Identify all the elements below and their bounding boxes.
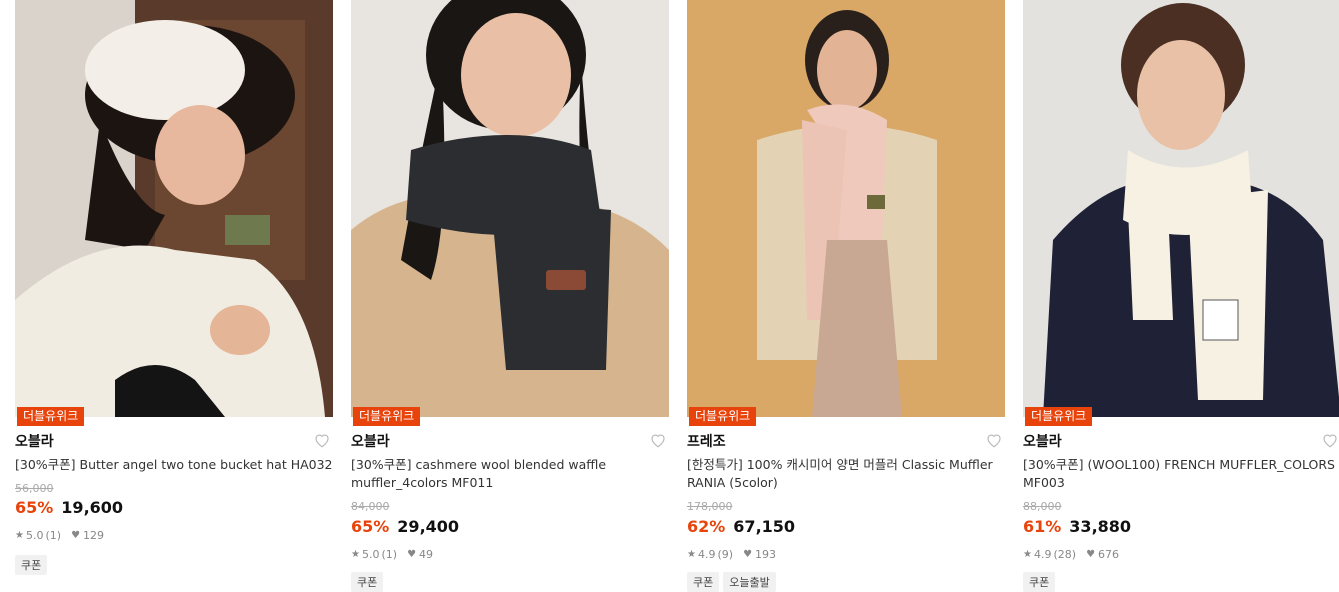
star-icon: ★: [351, 549, 360, 560]
tag-list: 쿠폰 오늘출발: [687, 572, 776, 592]
wishlist-heart-icon[interactable]: [313, 431, 331, 449]
star-icon: ★: [687, 549, 696, 560]
tag-list: 쿠폰: [351, 572, 384, 592]
tag-coupon[interactable]: 쿠폰: [1023, 572, 1056, 592]
tag-coupon[interactable]: 쿠폰: [351, 572, 384, 592]
review-meta: ★ 5.0 (1) ♥ 129: [15, 529, 104, 542]
tag-coupon[interactable]: 쿠폰: [687, 572, 720, 592]
product-card[interactable]: 더블유위크 오블라 [30%쿠폰] cashmere wool blended …: [351, 0, 669, 592]
product-image[interactable]: [351, 0, 669, 417]
promo-badge: 더블유위크: [353, 407, 421, 426]
review-count: (1): [45, 529, 62, 542]
rating-value: 5.0: [25, 529, 44, 542]
tag-ships-today[interactable]: 오늘출발: [723, 572, 776, 592]
product-card[interactable]: 더블유위크 오블라 [30%쿠폰] Butter angel two tone …: [15, 0, 333, 592]
like-count: 676: [1098, 548, 1120, 561]
like-count: 193: [755, 548, 777, 561]
wishlist-heart-icon[interactable]: [985, 431, 1003, 449]
brand-name[interactable]: 오블라: [15, 431, 54, 451]
sale-price: 29,400: [397, 517, 460, 536]
sale-price: 67,150: [733, 517, 796, 536]
brand-name[interactable]: 오블라: [351, 431, 390, 451]
like-count: 49: [419, 548, 434, 561]
brand-name[interactable]: 오블라: [1023, 431, 1062, 451]
price-row: 61% 33,880: [1023, 517, 1131, 536]
discount-rate: 65%: [15, 498, 54, 517]
promo-badge: 더블유위크: [689, 407, 757, 426]
review-count: (28): [1053, 548, 1077, 561]
original-price: 84,000: [351, 500, 390, 513]
star-icon: ★: [15, 530, 24, 541]
discount-rate: 65%: [351, 517, 390, 536]
product-name[interactable]: [30%쿠폰] (WOOL100) FRENCH MUFFLER_COLORS …: [1023, 456, 1339, 492]
price-row: 62% 67,150: [687, 517, 795, 536]
heart-icon: ♥: [407, 549, 417, 560]
original-price: 56,000: [15, 482, 54, 495]
price-row: 65% 29,400: [351, 517, 459, 536]
wishlist-heart-icon[interactable]: [649, 431, 667, 449]
product-image[interactable]: [687, 0, 1005, 417]
product-name[interactable]: [30%쿠폰] Butter angel two tone bucket hat…: [15, 456, 333, 474]
product-name[interactable]: [30%쿠폰] cashmere wool blended waffle muf…: [351, 456, 669, 492]
review-count: (1): [381, 548, 398, 561]
promo-badge: 더블유위크: [17, 407, 85, 426]
original-price: 178,000: [687, 500, 733, 513]
tag-coupon[interactable]: 쿠폰: [15, 555, 48, 575]
heart-icon: ♥: [71, 530, 81, 541]
heart-icon: ♥: [743, 549, 753, 560]
product-card[interactable]: 더블유위크 오블라 [30%쿠폰] (WOOL100) FRENCH MUFFL…: [1023, 0, 1339, 592]
original-price: 88,000: [1023, 500, 1062, 513]
product-image[interactable]: [1023, 0, 1339, 417]
sale-price: 19,600: [61, 498, 124, 517]
discount-rate: 61%: [1023, 517, 1062, 536]
promo-badge: 더블유위크: [1025, 407, 1093, 426]
wishlist-heart-icon[interactable]: [1321, 431, 1339, 449]
sale-price: 33,880: [1069, 517, 1132, 536]
product-name[interactable]: [한정특가] 100% 캐시미어 양면 머플러 Classic Muffler …: [687, 456, 1005, 492]
brand-name[interactable]: 프레조: [687, 431, 726, 451]
product-card[interactable]: 더블유위크 프레조 [한정특가] 100% 캐시미어 양면 머플러 Classi…: [687, 0, 1005, 592]
review-count: (9): [717, 548, 734, 561]
product-image[interactable]: [15, 0, 333, 417]
tag-list: 쿠폰: [1023, 572, 1056, 592]
heart-icon: ♥: [1086, 549, 1096, 560]
review-meta: ★ 4.9 (9) ♥ 193: [687, 548, 776, 561]
tag-list: 쿠폰: [15, 555, 48, 575]
rating-value: 5.0: [361, 548, 380, 561]
price-row: 65% 19,600: [15, 498, 123, 517]
rating-value: 4.9: [1033, 548, 1052, 561]
review-meta: ★ 4.9 (28) ♥ 676: [1023, 548, 1119, 561]
rating-value: 4.9: [697, 548, 716, 561]
like-count: 129: [83, 529, 105, 542]
product-photo: [351, 0, 669, 417]
product-photo: [15, 0, 333, 417]
product-photo: [1023, 0, 1339, 417]
review-meta: ★ 5.0 (1) ♥ 49: [351, 548, 433, 561]
product-photo: [687, 0, 1005, 417]
discount-rate: 62%: [687, 517, 726, 536]
star-icon: ★: [1023, 549, 1032, 560]
